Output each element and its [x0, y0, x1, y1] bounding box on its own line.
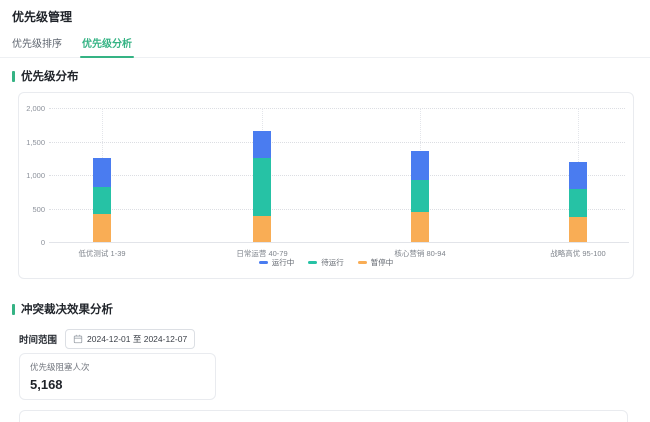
stacked-bar-chart: 05001,0001,5002,000低优测试 1-39日常运营 40-79核心… — [19, 93, 633, 278]
chart-legend: 运行中 待运行 暂停中 — [19, 257, 633, 268]
gridline — [49, 108, 625, 109]
section-heading-distribution: 优先级分布 — [12, 68, 79, 84]
date-range-picker[interactable]: 2024-12-01 至 2024-12-07 — [65, 329, 195, 349]
legend-item-暂停中[interactable]: 暂停中 — [358, 257, 394, 268]
bar-segment-待运行[interactable] — [411, 180, 429, 212]
x-axis-line — [49, 242, 629, 243]
bar-segment-运行中[interactable] — [569, 162, 587, 189]
tab-priority-sort[interactable]: 优先级排序 — [10, 35, 64, 57]
section-heading-conflict: 冲突裁决效果分析 — [12, 301, 113, 317]
page-title: 优先级管理 — [12, 8, 72, 25]
legend-item-运行中[interactable]: 运行中 — [259, 257, 295, 268]
bar-segment-运行中[interactable] — [253, 131, 271, 157]
bar-segment-待运行[interactable] — [93, 187, 111, 214]
section-accent-bar — [12, 71, 15, 82]
date-range-value: 2024-12-01 至 2024-12-07 — [87, 333, 187, 345]
section-title-conflict: 冲突裁决效果分析 — [21, 301, 113, 317]
y-axis-tick-label: 2,000 — [19, 104, 45, 113]
bar-segment-待运行[interactable] — [253, 158, 271, 216]
y-axis-tick-label: 500 — [19, 205, 45, 214]
time-range-row: 时间范围 2024-12-01 至 2024-12-07 — [19, 329, 195, 349]
legend-label: 运行中 — [272, 257, 295, 268]
bar-segment-暂停中[interactable] — [93, 214, 111, 242]
bar-segment-暂停中[interactable] — [411, 212, 429, 242]
legend-label: 待运行 — [321, 257, 344, 268]
bar-segment-运行中[interactable] — [93, 158, 111, 186]
legend-swatch-icon — [358, 261, 367, 264]
legend-swatch-icon — [308, 261, 317, 264]
tab-bar: 优先级排序优先级分析 — [0, 36, 650, 58]
calendar-icon — [73, 334, 83, 344]
gridline — [49, 142, 625, 143]
legend-swatch-icon — [259, 261, 268, 264]
y-axis-tick-label: 1,500 — [19, 138, 45, 147]
tab-priority-analysis[interactable]: 优先级分析 — [80, 35, 134, 57]
y-axis-tick-label: 0 — [19, 238, 45, 247]
legend-label: 暂停中 — [371, 257, 394, 268]
bar-segment-运行中[interactable] — [411, 151, 429, 180]
bar-segment-暂停中[interactable] — [569, 217, 587, 242]
gridline — [49, 175, 625, 176]
priority-distribution-chart-card: 05001,0001,5002,000低优测试 1-39日常运营 40-79核心… — [18, 92, 634, 279]
section-accent-bar — [12, 304, 15, 315]
time-range-label: 时间范围 — [19, 332, 57, 346]
y-axis-tick-label: 1,000 — [19, 171, 45, 180]
bar-segment-暂停中[interactable] — [253, 216, 271, 242]
bar-segment-待运行[interactable] — [569, 189, 587, 217]
metric-value: 5,168 — [30, 377, 205, 392]
partial-card — [19, 410, 628, 422]
gridline — [49, 209, 625, 210]
section-title-distribution: 优先级分布 — [21, 68, 79, 84]
legend-item-待运行[interactable]: 待运行 — [308, 257, 344, 268]
metric-card-blocked-count: 优先级阻塞人次 5,168 — [19, 353, 216, 400]
metric-label: 优先级阻塞人次 — [30, 361, 205, 373]
